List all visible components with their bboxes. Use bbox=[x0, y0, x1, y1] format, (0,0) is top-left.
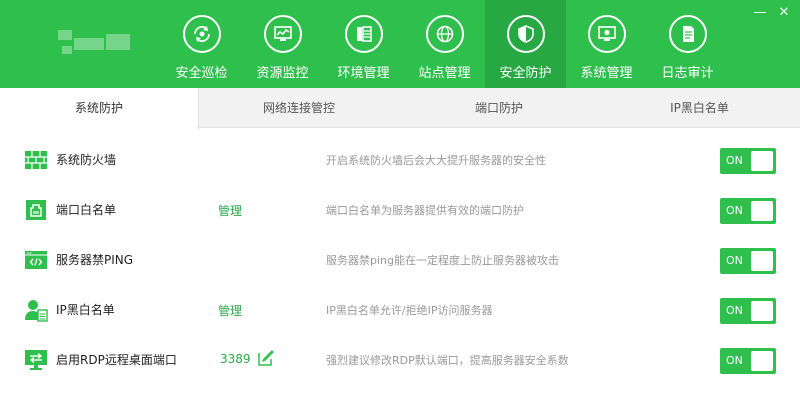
ip-list-manage-link[interactable]: 管理 bbox=[218, 302, 242, 319]
edit-icon[interactable] bbox=[257, 349, 275, 367]
shield-icon bbox=[507, 15, 545, 53]
nav-item-security-protection[interactable]: 安全防护 bbox=[485, 0, 566, 88]
toggle-label: ON bbox=[726, 354, 743, 367]
toggle-label: ON bbox=[726, 154, 743, 167]
toggle-label: ON bbox=[726, 304, 743, 317]
toggle-knob bbox=[751, 351, 773, 371]
nav-item-resource-monitor[interactable]: 资源监控 bbox=[242, 0, 323, 88]
sub-tabs: 系统防护 网络连接管控 端口防护 IP黑白名单 bbox=[0, 88, 800, 129]
brick-wall-icon bbox=[24, 148, 48, 172]
nav-item-security-inspection[interactable]: 安全巡检 bbox=[161, 0, 242, 88]
nav-label: 站点管理 bbox=[418, 66, 471, 81]
header-bar: — ✕ 安全巡检 资源监控 环境管理 站点管理 安全防护 系统管理 日志审计 bbox=[0, 0, 800, 88]
row-description: 开启系统防火墙后会大大提升服务器的安全性 bbox=[326, 154, 546, 167]
list-item-port-whitelist: 端口白名单 管理 端口白名单为服务器提供有效的端口防护 ON bbox=[0, 182, 800, 232]
nav-label: 安全防护 bbox=[499, 66, 552, 81]
close-button[interactable]: ✕ bbox=[776, 6, 792, 20]
row-title: 端口白名单 bbox=[56, 203, 117, 217]
disable-ping-toggle[interactable]: ON bbox=[720, 248, 776, 274]
monitor-chart-icon bbox=[264, 15, 302, 53]
row-description: 强烈建议修改RDP默认端口，提高服务器安全系数 bbox=[326, 354, 569, 367]
code-window-icon bbox=[24, 248, 48, 272]
row-title: IP黑白名单 bbox=[56, 303, 115, 317]
nav-item-system[interactable]: 系统管理 bbox=[566, 0, 647, 88]
document-icon bbox=[669, 15, 707, 53]
list-item-firewall: 系统防火墙 开启系统防火墙后会大大提升服务器的安全性 ON bbox=[0, 132, 800, 182]
firewall-toggle[interactable]: ON bbox=[720, 148, 776, 174]
toggle-label: ON bbox=[726, 254, 743, 267]
tab-ip-list[interactable]: IP黑白名单 bbox=[599, 88, 800, 128]
refresh-eye-icon bbox=[183, 15, 221, 53]
row-title: 服务器禁PING bbox=[56, 253, 134, 267]
user-list-icon bbox=[24, 298, 48, 322]
remote-desktop-icon bbox=[24, 348, 48, 372]
row-description: 端口白名单为服务器提供有效的端口防护 bbox=[326, 204, 524, 217]
port-whitelist-toggle[interactable]: ON bbox=[720, 198, 776, 224]
globe-icon bbox=[426, 15, 464, 53]
row-title: 系统防火墙 bbox=[56, 153, 117, 167]
list-item-disable-ping: 服务器禁PING 服务器禁ping能在一定程度上防止服务器被攻击 ON bbox=[0, 232, 800, 282]
list-item-ip-list: IP黑白名单 管理 IP黑白名单允许/拒绝IP访问服务器 ON bbox=[0, 282, 800, 332]
row-title: 启用RDP远程桌面端口 bbox=[56, 353, 177, 367]
toggle-knob bbox=[751, 201, 773, 221]
row-description: IP黑白名单允许/拒绝IP访问服务器 bbox=[326, 304, 493, 317]
ip-list-toggle[interactable]: ON bbox=[720, 298, 776, 324]
toggle-label: ON bbox=[726, 204, 743, 217]
server-rack-icon bbox=[345, 15, 383, 53]
app-logo bbox=[56, 26, 146, 60]
nav-label: 系统管理 bbox=[580, 66, 633, 81]
tab-port-protection[interactable]: 端口防护 bbox=[399, 88, 599, 128]
nav-label: 环境管理 bbox=[337, 66, 390, 81]
nav-label: 安全巡检 bbox=[175, 66, 228, 81]
port-whitelist-manage-link[interactable]: 管理 bbox=[218, 202, 242, 219]
minimize-button[interactable]: — bbox=[752, 6, 768, 20]
list-item-rdp-port: 启用RDP远程桌面端口 3389 强烈建议修改RDP默认端口，提高服务器安全系数… bbox=[0, 332, 800, 382]
nav-item-environment[interactable]: 环境管理 bbox=[323, 0, 404, 88]
nav-label: 资源监控 bbox=[256, 66, 309, 81]
rdp-port-toggle[interactable]: ON bbox=[720, 348, 776, 374]
nav-item-site[interactable]: 站点管理 bbox=[404, 0, 485, 88]
toggle-knob bbox=[751, 251, 773, 271]
nav-label: 日志审计 bbox=[661, 66, 714, 81]
tab-network-control[interactable]: 网络连接管控 bbox=[199, 88, 399, 128]
main-nav: 安全巡检 资源监控 环境管理 站点管理 安全防护 系统管理 日志审计 bbox=[161, 0, 728, 88]
row-description: 服务器禁ping能在一定程度上防止服务器被攻击 bbox=[326, 254, 559, 267]
nav-item-log-audit[interactable]: 日志审计 bbox=[647, 0, 728, 88]
toggle-knob bbox=[751, 301, 773, 321]
tab-system-protection[interactable]: 系统防护 bbox=[0, 88, 199, 129]
port-icon bbox=[24, 198, 48, 222]
toggle-knob bbox=[751, 151, 773, 171]
gear-monitor-icon bbox=[588, 15, 626, 53]
rdp-port-value: 3389 bbox=[220, 352, 251, 366]
